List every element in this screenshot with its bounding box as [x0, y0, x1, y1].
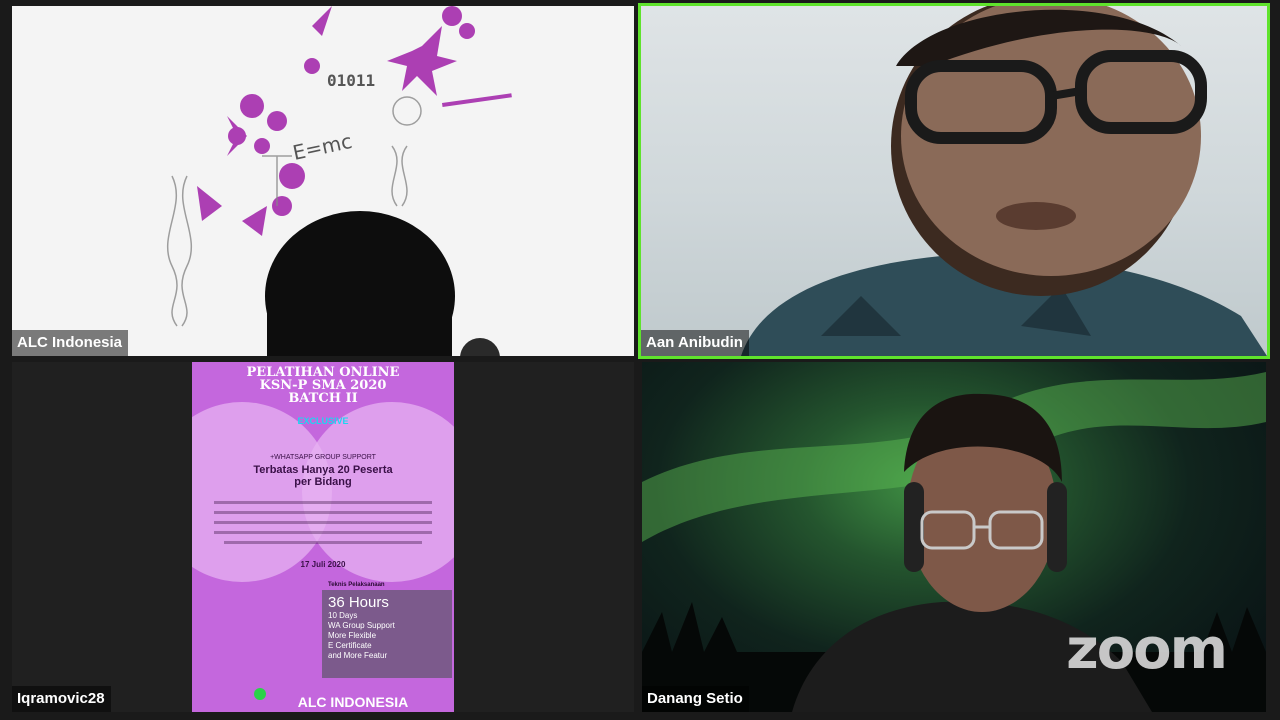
poster-box-line: E Certificate — [328, 641, 372, 650]
video-tile-alc-indonesia[interactable]: 01011 E=mc ALC Indonesia — [12, 6, 634, 356]
zoom-watermark: zoom — [1066, 617, 1228, 682]
shared-poster: PELATIHAN ONLINE KSN-P SMA 2020 BATCH II… — [192, 362, 454, 712]
video-tile-active-speaker[interactable]: Aan Anibudin — [638, 3, 1270, 359]
poster-box-line: 10 Days — [328, 611, 358, 620]
svg-text:E=mc: E=mc — [291, 129, 355, 165]
poster-info-box: Teknis Pelaksanaan 36 Hours 10 Days WA G… — [322, 582, 452, 678]
poster-headline-line: per Bidang — [294, 476, 352, 488]
svg-text:01011: 01011 — [327, 71, 375, 90]
poster-box-line: More Flexible — [328, 631, 377, 640]
participant-video — [741, 6, 1267, 356]
poster-date: 17 Juli 2020 — [300, 560, 346, 569]
participant-name: Danang Setio — [642, 686, 749, 712]
poster-support: +WHATSAPP GROUP SUPPORT — [270, 454, 376, 461]
poster-title: PELATIHAN ONLINE KSN-P SMA 2020 BATCH II — [192, 366, 454, 405]
poster-box-title: Teknis Pelaksanaan — [328, 582, 385, 588]
poster-headline-line: Terbatas Hanya 20 Peserta — [253, 464, 393, 476]
video-tile-danang-setio[interactable]: zoom Danang Setio — [642, 362, 1266, 712]
poster-hours: 36 Hours — [328, 594, 389, 611]
participant-name: Aan Anibudin — [641, 330, 749, 356]
poster-brand: ALC INDONESIA — [297, 694, 409, 710]
video-tile-iqramovic28[interactable]: PELATIHAN ONLINE KSN-P SMA 2020 BATCH II… — [12, 362, 634, 712]
participant-name: Iqramovic28 — [12, 686, 111, 712]
poster-exclusive: EXCLUSIVE — [297, 416, 349, 426]
poster-box-line: and More Featur — [328, 651, 388, 660]
poster-box-line: WA Group Support — [328, 621, 395, 630]
poster-title-line: BATCH II — [288, 391, 358, 406]
participant-name: ALC Indonesia — [12, 330, 129, 356]
science-illustration: 01011 E=mc — [166, 6, 512, 356]
poster-body-text — [214, 498, 432, 551]
poster-headline: Terbatas Hanya 20 Peserta per Bidang — [212, 464, 434, 488]
